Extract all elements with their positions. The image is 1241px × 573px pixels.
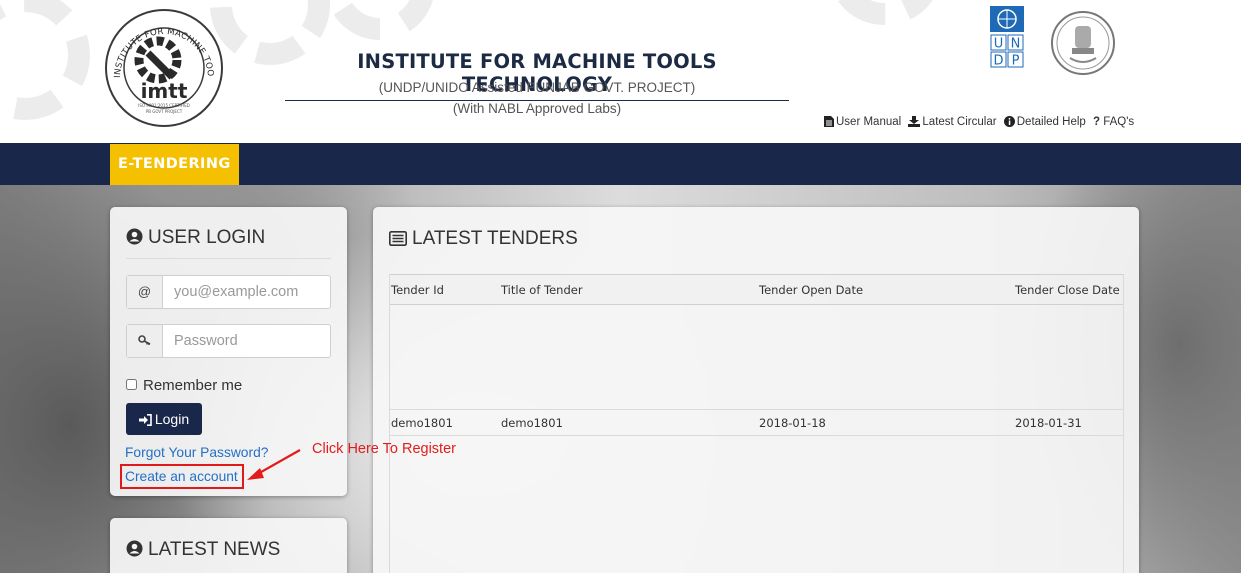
gear-watermark xyxy=(325,0,435,40)
logo-wordmark: imtt xyxy=(141,79,188,103)
faq-label: FAQ's xyxy=(1103,116,1135,128)
key-icon xyxy=(127,325,163,357)
logo-small-text: PB GOVT PROJECT xyxy=(146,109,183,114)
top-navbar: E-TENDERING xyxy=(0,143,1241,185)
create-account-link[interactable]: Create an account xyxy=(120,464,244,489)
list-alt-icon xyxy=(389,231,407,246)
tender-open-date-cell: 2018-01-18 xyxy=(757,409,1013,436)
e-tendering-brand[interactable]: E-TENDERING xyxy=(110,144,239,185)
user-circle-icon xyxy=(126,228,143,245)
detailed-help-label: Detailed Help xyxy=(1016,116,1086,128)
site-subtitle-nabl: (With NABL Approved Labs) xyxy=(452,101,622,116)
site-subtitle: (UNDP/UNIDO Assisted PUNJAB GOVT. PROJEC… xyxy=(378,80,696,95)
login-button-label: Login xyxy=(154,411,190,427)
column-header[interactable]: Title of Tender xyxy=(499,274,757,305)
table-header-row: Tender Id Title of Tender Tender Open Da… xyxy=(389,274,1124,305)
user-login-title: USER LOGIN xyxy=(148,227,266,248)
latest-news-title: LATEST NEWS xyxy=(148,539,281,560)
info-circle-icon xyxy=(1003,116,1015,127)
user-login-heading: USER LOGIN xyxy=(126,227,265,249)
user-manual-link[interactable]: User Manual xyxy=(824,116,901,128)
latest-news-heading: LATEST NEWS xyxy=(126,539,280,561)
download-icon xyxy=(908,116,921,127)
annotation-arrow xyxy=(247,449,301,480)
email-input[interactable] xyxy=(164,276,330,308)
user-circle-icon xyxy=(126,540,143,557)
undp-letter: U xyxy=(994,37,1004,52)
register-annotation: Click Here To Register xyxy=(312,441,456,457)
login-button[interactable]: Login xyxy=(126,403,202,435)
table-row[interactable]: demo1801 demo1801 2018-01-18 2018-01-31 xyxy=(389,409,1124,436)
latest-tenders-title: LATEST TENDERS xyxy=(412,228,578,249)
remember-me-label: Remember me xyxy=(143,377,243,394)
undp-logo: U N D P xyxy=(990,6,1024,68)
tender-id-cell: demo1801 xyxy=(389,409,499,436)
latest-tenders-panel: LATEST TENDERS Tender Id Title of Tender… xyxy=(373,207,1139,573)
latest-circular-label: Latest Circular xyxy=(922,116,997,128)
remember-me: Remember me xyxy=(126,377,242,394)
latest-circular-link[interactable]: Latest Circular xyxy=(908,116,997,128)
password-input[interactable] xyxy=(164,325,330,357)
file-icon xyxy=(824,116,834,127)
logo-small-text: ISO 9001:2015 CERTIFIED xyxy=(138,103,190,108)
at-sign-icon: @ xyxy=(127,276,163,308)
tender-title-cell: demo1801 xyxy=(499,409,757,436)
latest-news-panel: LATEST NEWS xyxy=(110,518,347,573)
gear-watermark xyxy=(830,0,940,25)
tender-close-date-cell: 2018-01-31 xyxy=(1013,409,1124,436)
email-input-group: @ xyxy=(126,275,331,309)
tenders-table: Tender Id Title of Tender Tender Open Da… xyxy=(389,274,1124,436)
question-icon: ? xyxy=(1093,116,1101,128)
site-header: INSTITUTE FOR MACHINE TOOLS TECHNOLOGY i… xyxy=(0,0,1241,143)
imtt-logo: INSTITUTE FOR MACHINE TOOLS TECHNOLOGY i… xyxy=(100,6,223,127)
detailed-help-link[interactable]: Detailed Help xyxy=(1003,116,1086,128)
column-header[interactable]: Tender Id xyxy=(389,274,499,305)
password-input-group xyxy=(126,324,331,358)
sign-in-icon xyxy=(138,414,152,426)
user-manual-label: User Manual xyxy=(836,116,902,128)
remember-me-checkbox[interactable] xyxy=(126,379,137,390)
column-header[interactable]: Tender Open Date xyxy=(757,274,1013,305)
punjab-govt-emblem xyxy=(1051,11,1115,75)
table-spacer-row xyxy=(389,305,1124,410)
faq-link[interactable]: ? FAQ's xyxy=(1093,116,1134,128)
latest-tenders-heading: LATEST TENDERS xyxy=(389,228,578,250)
header-links: User Manual Latest Circular Detailed Hel… xyxy=(820,116,1134,128)
undp-letter: N xyxy=(1011,37,1021,52)
undp-letter: P xyxy=(1012,54,1020,69)
column-header[interactable]: Tender Close Date xyxy=(1013,274,1124,305)
gear-watermark xyxy=(0,0,90,120)
divider xyxy=(126,258,331,259)
undp-letter: D xyxy=(993,54,1003,69)
